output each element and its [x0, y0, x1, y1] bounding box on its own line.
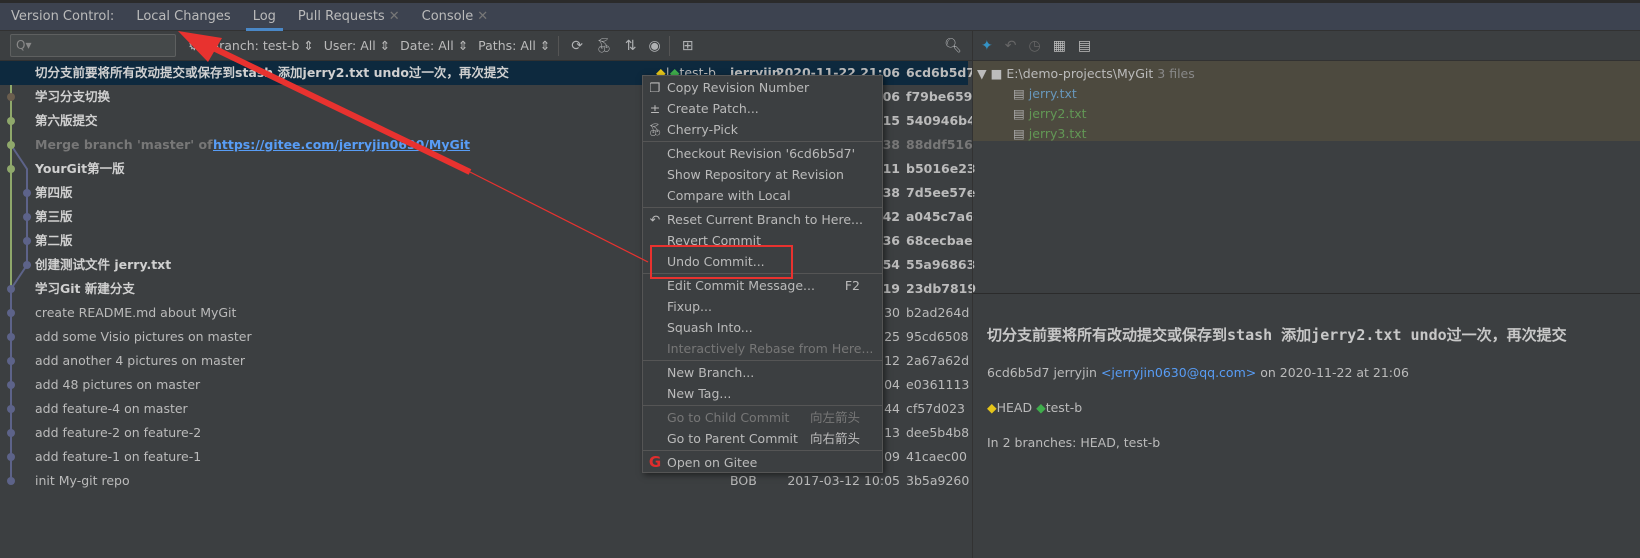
arrow-thin-line — [469, 171, 649, 263]
annotation-arrow — [178, 31, 649, 263]
arrow-head — [178, 31, 222, 62]
arrow-shaft — [203, 41, 472, 175]
